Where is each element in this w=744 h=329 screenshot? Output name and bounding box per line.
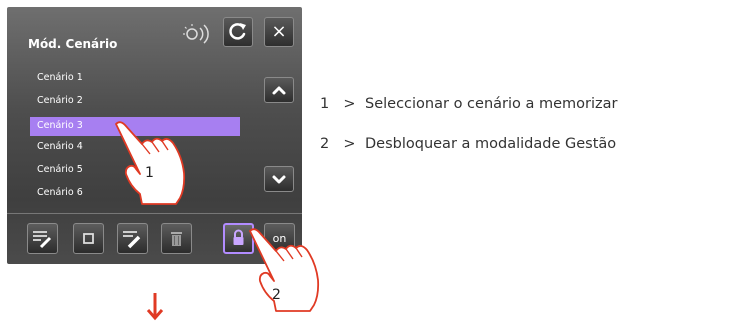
arrow-down-icon <box>146 293 164 321</box>
trash-icon <box>171 232 182 246</box>
chevron-up-icon <box>272 86 286 95</box>
scroll-up-button[interactable] <box>264 77 294 103</box>
sun-icon <box>183 24 209 44</box>
step-number: 2 <box>320 136 330 152</box>
step-text: Desbloquear a modalidade Gestão <box>365 136 617 152</box>
chevron-down-icon <box>272 175 286 184</box>
instruction-step: 2 > Desbloquear a modalidade Gestão <box>320 132 617 172</box>
scenario-item[interactable]: Cenário 1 <box>30 71 240 94</box>
scroll-down-button[interactable] <box>264 166 294 192</box>
step-text: Seleccionar o cenário a memorizar <box>365 96 618 112</box>
instructions-list: 1 > Seleccionar o cenário a memorizar 2 > Des… <box>320 92 617 172</box>
step-separator: > <box>343 136 356 152</box>
step-separator: > <box>343 96 356 112</box>
edit-button[interactable] <box>27 223 58 254</box>
refresh-button[interactable] <box>223 17 253 47</box>
close-button[interactable]: × <box>264 17 294 47</box>
hand-pointer-icon <box>249 228 320 312</box>
scenario-item[interactable]: Cenário 2 <box>30 94 240 117</box>
refresh-icon <box>229 23 246 40</box>
divider <box>7 213 302 214</box>
panel-title: Mód. Cenário <box>28 37 118 51</box>
pen-icon <box>123 231 141 249</box>
callout-number-1: 1 <box>145 165 154 181</box>
step-number: 1 <box>320 96 330 112</box>
stop-icon <box>83 233 94 244</box>
callout-number-2: 2 <box>272 287 281 303</box>
instruction-step: 1 > Seleccionar o cenário a memorizar <box>320 92 617 132</box>
stop-button[interactable] <box>73 223 104 254</box>
close-icon: × <box>271 21 287 42</box>
delete-button[interactable] <box>161 223 192 254</box>
hand-pointer-icon <box>115 121 186 205</box>
record-button[interactable] <box>117 223 148 254</box>
edit-icon <box>33 231 52 249</box>
